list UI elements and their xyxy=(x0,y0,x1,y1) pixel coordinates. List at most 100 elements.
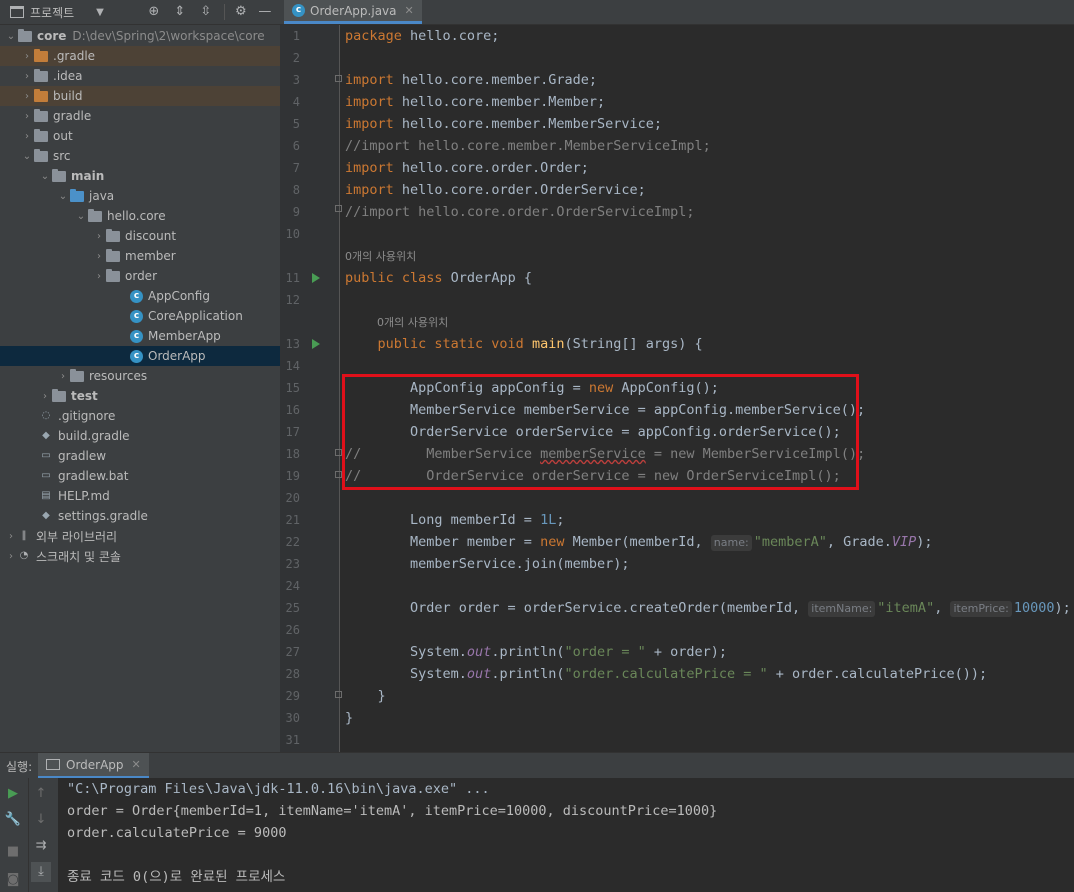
tree-item-settings-gradle[interactable]: ◆ settings.gradle xyxy=(0,506,280,526)
tree-item-memberapp[interactable]: c MemberApp xyxy=(0,326,280,346)
tree-item-label: AppConfig xyxy=(148,289,210,303)
chevron-down-icon[interactable]: ⌄ xyxy=(74,211,88,222)
camera-icon[interactable]: ◙ xyxy=(3,870,23,890)
code-line-5: import hello.core.member.MemberService; xyxy=(340,113,1074,135)
line-number: 17 xyxy=(285,425,300,439)
locate-icon[interactable]: ⊕ xyxy=(146,4,162,20)
chevron-right-icon[interactable]: › xyxy=(20,71,34,82)
line-number: 6 xyxy=(292,139,300,153)
line-number: 12 xyxy=(285,293,300,307)
line-number: 24 xyxy=(285,579,300,593)
tree-item-orderapp[interactable]: c OrderApp xyxy=(0,346,280,366)
chevron-down-icon[interactable]: ⌄ xyxy=(38,171,52,182)
arrow-down-icon[interactable]: ↓ xyxy=(31,810,51,830)
usage-hint-method[interactable]: 0개의 사용위치 xyxy=(340,311,1074,333)
chevron-down-icon[interactable]: ⌄ xyxy=(20,151,34,162)
file-icon: ▭ xyxy=(41,470,51,481)
close-icon[interactable]: ✕ xyxy=(132,758,141,771)
chevron-right-icon[interactable]: › xyxy=(20,51,34,62)
line-number: 20 xyxy=(285,491,300,505)
gear-icon[interactable]: ⚙ xyxy=(233,4,249,20)
editor-tab-bar: c OrderApp.java ✕ xyxy=(280,0,1074,25)
expand-all-icon[interactable]: ⇕ xyxy=(172,4,188,20)
soft-wrap-icon[interactable]: ⇉ xyxy=(31,836,51,856)
tree-item-label: HELP.md xyxy=(58,489,110,503)
tree-item-gradlew-bat[interactable]: ▭ gradlew.bat xyxy=(0,466,280,486)
close-icon[interactable]: ✕ xyxy=(405,4,414,17)
java-class-icon: c xyxy=(130,289,143,303)
code-token: 1L xyxy=(540,512,557,528)
tree-item-core[interactable]: ⌄ core D:\dev\Spring\2\workspace\core xyxy=(0,26,280,46)
tree-item-idea[interactable]: › .idea xyxy=(0,66,280,86)
tree-item-gradlew[interactable]: ▭ gradlew xyxy=(0,446,280,466)
tree-item-main[interactable]: ⌄ main xyxy=(0,166,280,186)
tree-item-src[interactable]: ⌄ src xyxy=(0,146,280,166)
tree-item-gradle[interactable]: › gradle xyxy=(0,106,280,126)
tree-item-label: order xyxy=(125,269,157,283)
chevron-right-icon[interactable]: › xyxy=(20,91,34,102)
code-token: ; xyxy=(556,512,565,528)
console-icon xyxy=(46,759,60,770)
chevron-down-icon[interactable]: ⌄ xyxy=(56,191,70,202)
tree-item-label: gradle xyxy=(53,109,92,123)
tree-item-help-md[interactable]: ▤ HELP.md xyxy=(0,486,280,506)
code-token: (String[] args) { xyxy=(564,336,703,352)
chevron-right-icon[interactable]: › xyxy=(20,111,34,122)
tab-label: OrderApp.java xyxy=(310,3,397,18)
tree-item-hello-core[interactable]: ⌄ hello.core xyxy=(0,206,280,226)
line-number: 8 xyxy=(292,183,300,197)
tree-item-appconfig[interactable]: c AppConfig xyxy=(0,286,280,306)
code-token: import xyxy=(345,160,394,176)
line-number: 19 xyxy=(285,469,300,483)
tree-item-member[interactable]: › member xyxy=(0,246,280,266)
scroll-to-end-icon[interactable]: ⤓ xyxy=(31,862,51,882)
console-output[interactable]: "C:\Program Files\Java\jdk-11.0.16\bin\j… xyxy=(58,778,1074,892)
line-number: 18 xyxy=(285,447,300,461)
tree-item-test[interactable]: › test xyxy=(0,386,280,406)
tab-run-orderapp[interactable]: OrderApp ✕ xyxy=(38,753,149,779)
chevron-right-icon[interactable]: › xyxy=(92,231,106,242)
line-number: 3 xyxy=(292,73,300,87)
chevron-down-icon[interactable]: ▼ xyxy=(96,7,104,18)
tree-item-java[interactable]: ⌄ java xyxy=(0,186,280,206)
tree-item-order[interactable]: › order xyxy=(0,266,280,286)
chevron-right-icon[interactable]: › xyxy=(92,271,106,282)
tree-item-label: member xyxy=(125,249,176,263)
tree-item-build-gradle[interactable]: ◆ build.gradle xyxy=(0,426,280,446)
run-label: 실행: xyxy=(6,760,33,774)
collapse-all-icon[interactable]: ⇳ xyxy=(198,4,214,20)
chevron-down-icon[interactable]: ⌄ xyxy=(4,31,18,42)
tree-item-coreapplication[interactable]: c CoreApplication xyxy=(0,306,280,326)
project-panel-title[interactable]: 프로젝트 xyxy=(30,4,74,21)
tree-item-gitignore[interactable]: ◌ .gitignore xyxy=(0,406,280,426)
run-main-icon[interactable] xyxy=(312,339,320,349)
code-line-27: System.out.println("order = " + order); xyxy=(340,641,1074,663)
chevron-right-icon[interactable]: › xyxy=(92,251,106,262)
source-folder-icon xyxy=(70,188,84,202)
tree-item-external-libraries[interactable]: › ‖ 외부 라이브러리 xyxy=(0,526,280,546)
usage-hint-class[interactable]: 0개의 사용위치 xyxy=(340,245,1074,267)
minimize-icon[interactable]: — xyxy=(257,4,273,20)
code-token: OrderApp { xyxy=(442,270,532,286)
chevron-right-icon[interactable]: › xyxy=(4,551,18,562)
arrow-up-icon[interactable]: ↑ xyxy=(31,784,51,804)
code-line-29: } xyxy=(345,688,386,704)
chevron-right-icon[interactable]: › xyxy=(4,531,18,542)
rerun-icon[interactable]: ▶ xyxy=(3,784,23,804)
tree-item-build[interactable]: › build xyxy=(0,86,280,106)
tree-item-gradle-dir[interactable]: › .gradle xyxy=(0,46,280,66)
stop-icon[interactable]: ■ xyxy=(3,842,23,862)
code-line-7: import hello.core.order.Order; xyxy=(340,157,1074,179)
tree-item-discount[interactable]: › discount xyxy=(0,226,280,246)
wrench-icon[interactable]: 🔧 xyxy=(3,810,23,830)
chevron-right-icon[interactable]: › xyxy=(20,131,34,142)
chevron-right-icon[interactable]: › xyxy=(56,371,70,382)
line-number: 7 xyxy=(292,161,300,175)
tab-orderapp-java[interactable]: c OrderApp.java ✕ xyxy=(284,0,422,24)
chevron-right-icon[interactable]: › xyxy=(38,391,52,402)
tree-item-label: .gitignore xyxy=(58,409,116,423)
tree-item-resources[interactable]: › resources xyxy=(0,366,280,386)
tree-item-out[interactable]: › out xyxy=(0,126,280,146)
run-class-icon[interactable] xyxy=(312,273,320,283)
tree-item-scratches[interactable]: › ◔ 스크래치 및 콘솔 xyxy=(0,546,280,566)
